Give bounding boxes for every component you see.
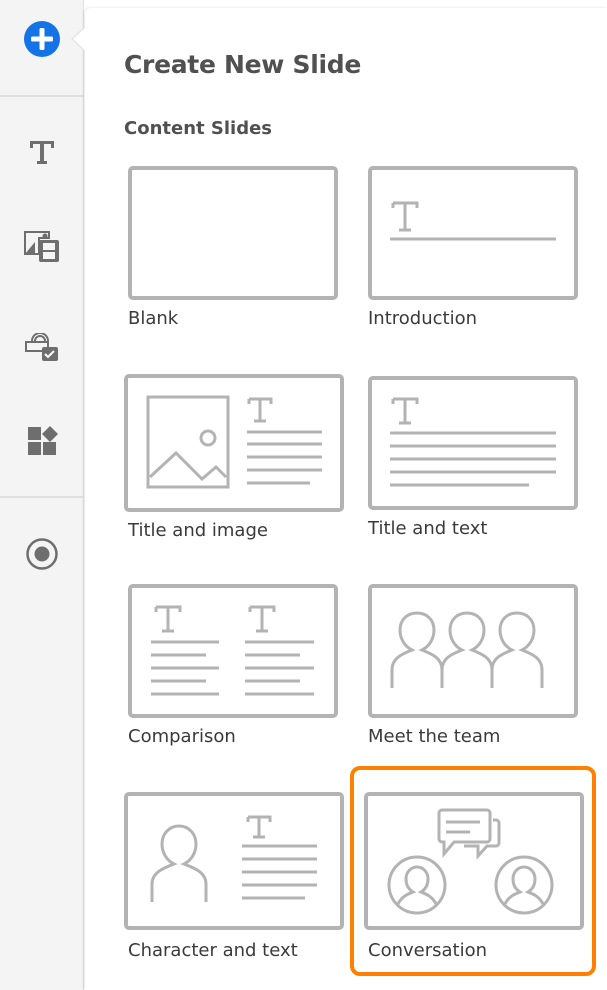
layout-label: Character and text [128,940,298,961]
plus-circle-icon [24,21,60,57]
layout-label: Introduction [368,308,478,329]
layout-title-and-text[interactable]: Title and text [364,372,584,572]
section-title: Content Slides [124,118,272,139]
selected-layout-highlight [350,766,596,976]
sidebar [0,0,84,990]
divider [0,496,84,498]
layout-character-and-text[interactable]: Character and text [122,790,344,990]
text-icon [30,141,54,164]
image-video-icon [24,231,59,262]
blank-thumbnail [128,166,338,300]
meet-team-thumbnail [368,584,578,718]
record-button[interactable] [0,537,84,571]
shapes-icon [28,426,58,455]
layout-meet-the-team[interactable]: Meet the team [364,580,584,780]
layout-comparison[interactable]: Comparison [124,580,344,780]
interaction-icon [25,333,58,361]
widgets-button[interactable] [0,425,84,457]
layout-blank[interactable]: Blank [124,162,344,362]
layout-label: Meet the team [368,726,501,747]
layout-introduction[interactable]: Introduction [364,162,584,362]
introduction-thumbnail [368,166,578,300]
character-text-thumbnail [124,792,344,930]
layout-title-and-image[interactable]: Title and image [122,372,344,572]
layout-label: Blank [128,308,179,329]
divider [0,95,84,97]
panel-title: Create New Slide [124,50,361,79]
title-image-thumbnail [124,374,344,512]
layout-label: Title and text [368,518,488,539]
layout-label: Title and image [128,520,268,541]
layout-label: Comparison [128,726,236,747]
title-text-thumbnail [368,376,578,510]
record-icon [26,538,58,570]
interactions-button[interactable] [0,333,84,365]
media-button[interactable] [0,230,84,266]
comparison-thumbnail [128,584,338,718]
text-button[interactable] [0,137,84,167]
